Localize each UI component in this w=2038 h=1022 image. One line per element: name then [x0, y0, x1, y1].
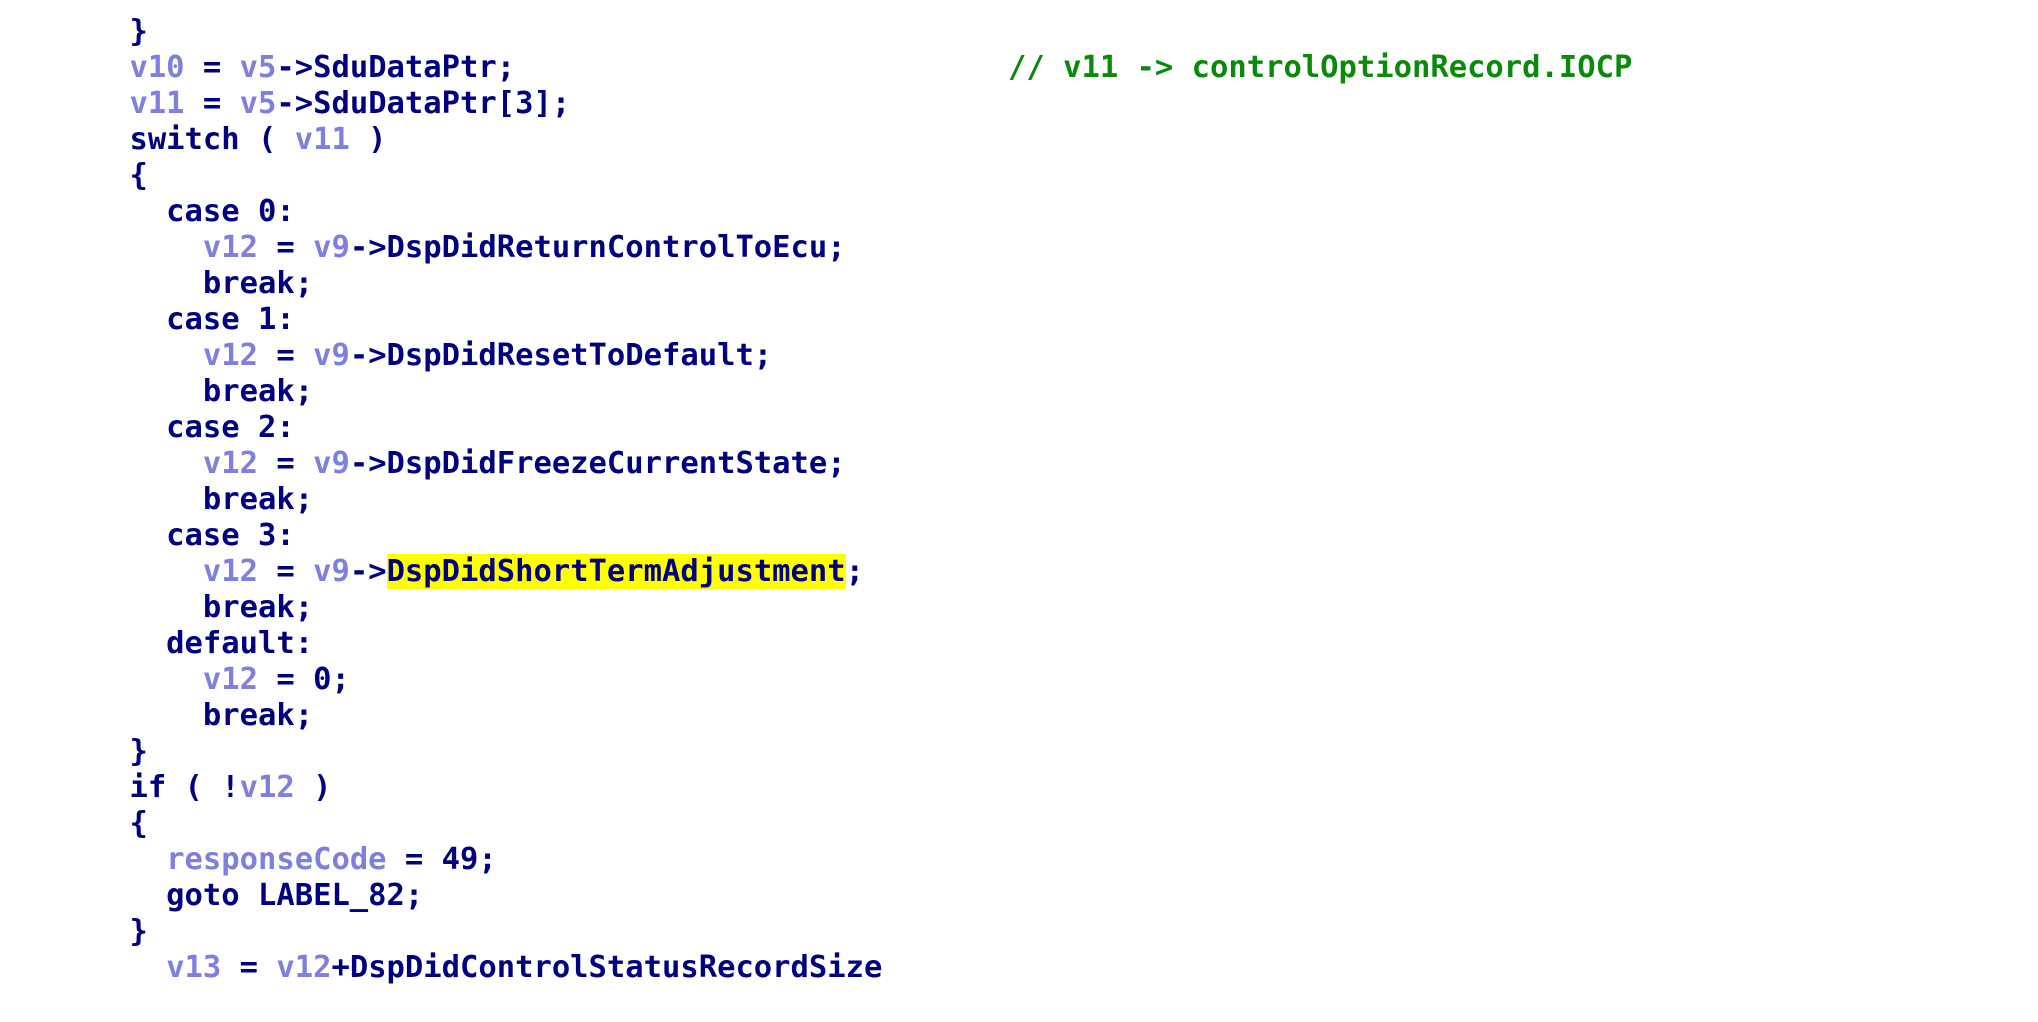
- code-line-14: break;: [0, 446, 313, 517]
- field-return-control-to-ecu[interactable]: ->DspDidReturnControlToEcu;: [350, 230, 846, 265]
- code-line-11: break;: [0, 338, 313, 409]
- line-comment: // v11 -> controlOptionRecord.IOCP: [1008, 50, 1633, 85]
- code-line-19[interactable]: v12 = 0;: [0, 626, 350, 697]
- var-v9[interactable]: v9: [313, 554, 350, 589]
- code-line-23: {: [0, 770, 147, 841]
- code-line-4[interactable]: switch ( v11 ): [0, 86, 386, 157]
- code-line-9: case 1:: [0, 266, 295, 337]
- code-line-27-partial[interactable]: v13 = v12+DspDidControlStatusRecordSize: [0, 914, 882, 985]
- var-v9[interactable]: v9: [313, 338, 350, 373]
- highlighted-field-short-term-adjustment[interactable]: DspDidShortTermAdjustment: [386, 554, 846, 589]
- code-line-20: break;: [0, 662, 313, 733]
- semicolon: ;: [845, 554, 865, 589]
- arrow-op: ->: [349, 554, 387, 589]
- code-line-26: }: [0, 878, 147, 949]
- code-line-22[interactable]: if ( !v12 ): [0, 734, 331, 805]
- paren-close: ): [349, 122, 387, 157]
- code-line-21: }: [0, 698, 147, 769]
- keyword-switch: switch (: [129, 122, 295, 157]
- field-freeze-current-state[interactable]: ->DspDidFreezeCurrentState;: [350, 446, 846, 481]
- field-reset-to-default[interactable]: ->DspDidResetToDefault;: [350, 338, 772, 373]
- field-control-status-record-size[interactable]: +DspDidControlStatusRecordSize: [331, 950, 882, 985]
- code-line-16[interactable]: v12 = v9->DspDidShortTermAdjustment;: [0, 518, 864, 589]
- code-line-13[interactable]: v12 = v9->DspDidFreezeCurrentState;: [0, 410, 846, 481]
- code-line-24[interactable]: responseCode = 49;: [0, 806, 497, 877]
- code-line-2[interactable]: v10 = v5->SduDataPtr;: [0, 14, 515, 85]
- var-v9[interactable]: v9: [313, 230, 350, 265]
- code-line-5: {: [0, 122, 147, 193]
- assign-op: =: [221, 950, 277, 985]
- code-line-3[interactable]: v11 = v5->SduDataPtr[3]; // v11 -> contr…: [0, 50, 2038, 121]
- code-line-18: default:: [0, 590, 313, 661]
- code-line-8: break;: [0, 230, 313, 301]
- code-line-10[interactable]: v12 = v9->DspDidResetToDefault;: [0, 302, 772, 373]
- paren-close: ): [294, 770, 332, 805]
- var-v12[interactable]: v12: [240, 770, 295, 805]
- var-v11[interactable]: v11: [295, 122, 350, 157]
- code-line-1: }: [0, 0, 147, 49]
- code-line-25[interactable]: goto LABEL_82;: [0, 842, 423, 913]
- var-v12[interactable]: v12: [276, 950, 331, 985]
- var-v13[interactable]: v13: [166, 950, 221, 985]
- code-line-17: break;: [0, 554, 313, 625]
- code-line-12: case 2:: [0, 374, 295, 445]
- code-line-6: case 0:: [0, 158, 295, 229]
- var-v9[interactable]: v9: [313, 446, 350, 481]
- pseudocode-view[interactable]: } v10 = v5->SduDataPtr; v11 = v5->SduDat…: [0, 0, 2038, 985]
- code-line-7[interactable]: v12 = v9->DspDidReturnControlToEcu;: [0, 194, 846, 265]
- code-line-15: case 3:: [0, 482, 295, 553]
